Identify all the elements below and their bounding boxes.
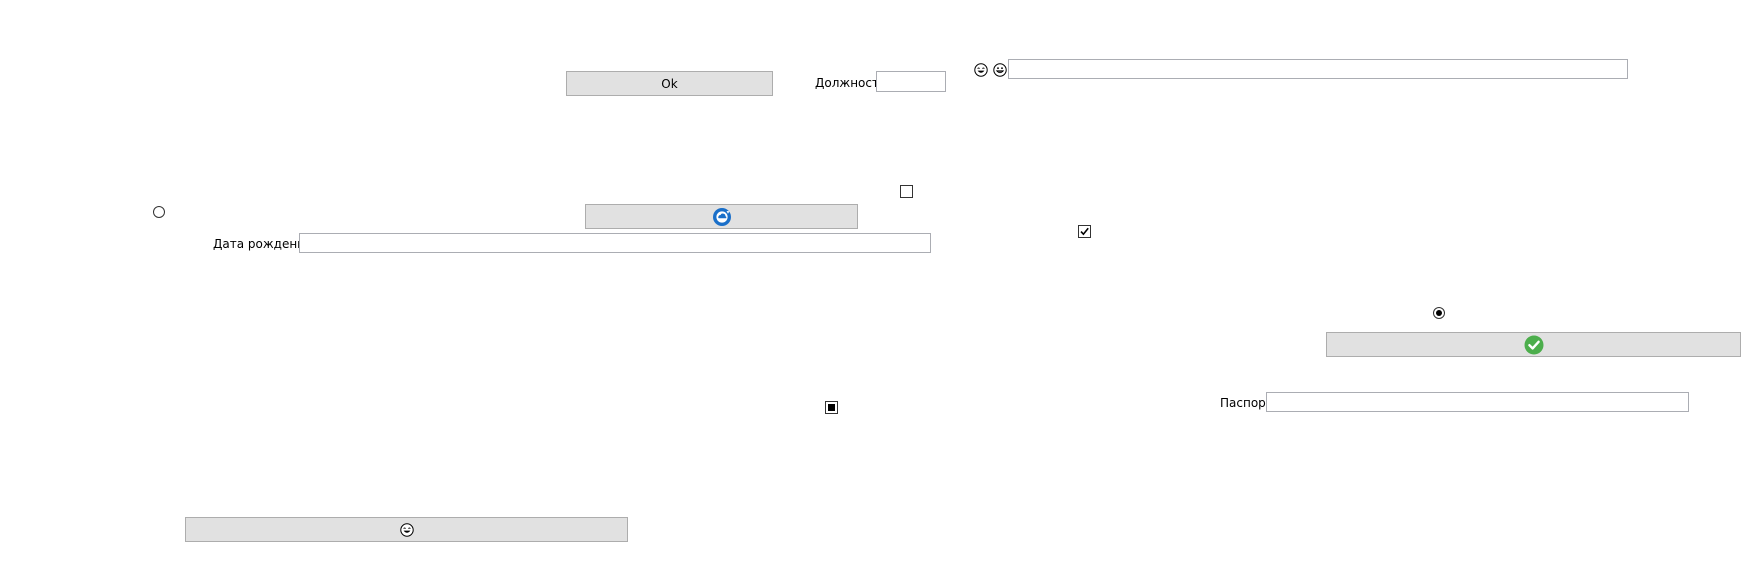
radio-unselected[interactable]: [153, 206, 165, 218]
birthdate-label: Дата рождения: [213, 237, 313, 251]
confirm-button[interactable]: [1326, 332, 1741, 357]
ok-button[interactable]: Ok: [566, 71, 773, 96]
check-mark-icon: [1080, 227, 1089, 236]
checkbox-checked[interactable]: [1078, 225, 1091, 238]
laughing-face-icon: [399, 522, 414, 537]
emoji-button[interactable]: [185, 517, 628, 542]
checkbox-indeterminate[interactable]: [825, 401, 838, 414]
laughing-face-icon: [974, 63, 988, 77]
position-field[interactable]: [876, 71, 946, 92]
checkbox-unchecked[interactable]: [900, 185, 913, 198]
passport-field[interactable]: [1266, 392, 1689, 412]
refresh-button[interactable]: [585, 204, 858, 229]
passport-label: Паспорт: [1220, 396, 1273, 410]
green-checkmark-icon: [1524, 335, 1543, 354]
grinning-face-icon: [993, 63, 1007, 77]
radio-selected[interactable]: [1433, 307, 1445, 319]
refresh-cloud-icon: [712, 207, 731, 226]
indeterminate-mark: [828, 404, 835, 411]
birthdate-field[interactable]: [299, 233, 931, 253]
radio-selected-dot: [1436, 310, 1442, 316]
top-right-text-field[interactable]: [1008, 59, 1628, 79]
